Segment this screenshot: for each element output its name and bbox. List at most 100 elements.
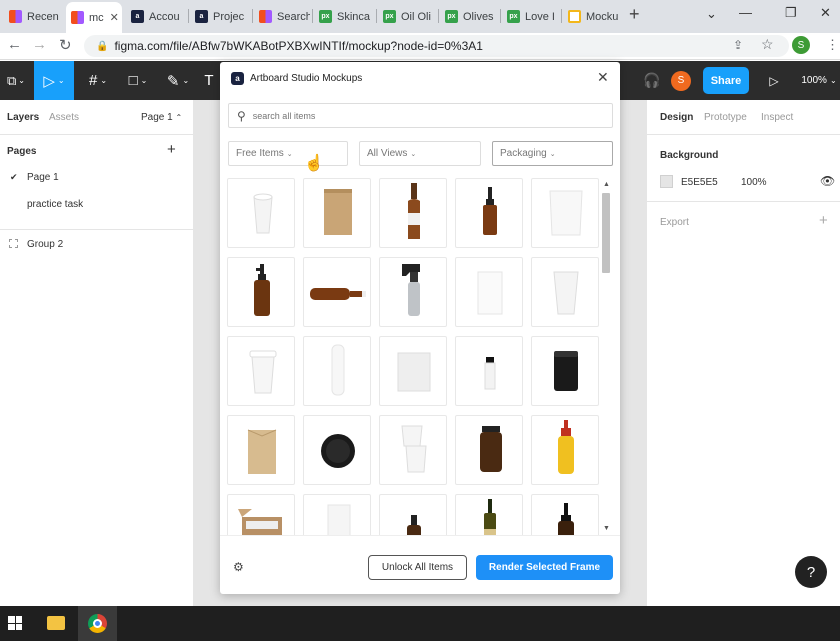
close-modal-icon[interactable]: ✕ (597, 69, 609, 86)
share-button[interactable]: Share (703, 67, 749, 94)
mockup-thumbnail-stacked-cups[interactable] (379, 415, 447, 485)
back-icon[interactable]: ← (7, 36, 22, 53)
mockup-thumbnail-paper-cup[interactable] (227, 178, 295, 248)
zoom-control[interactable]: 100% ⌄ (798, 61, 840, 100)
browser-tab[interactable]: px Oil Oli (378, 4, 436, 29)
figma-menu-icon[interactable]: ⧉ ⌄ (0, 61, 32, 100)
mockup-thumbnail-kraft-bag[interactable] (227, 415, 295, 485)
browser-tab-label: Projec (213, 10, 245, 23)
search-field[interactable]: ⚲ (228, 103, 613, 128)
scroll-down-icon[interactable]: ▼ (603, 525, 610, 532)
chrome-taskbar-item[interactable] (78, 606, 117, 641)
browser-tab[interactable]: Recen (4, 4, 60, 29)
file-explorer-icon[interactable] (47, 616, 65, 630)
mockup-thumbnail-tall-paper-cup[interactable] (531, 257, 599, 327)
free-items-dropdown[interactable]: Free Items ⌄ (228, 141, 348, 166)
shape-tool-icon[interactable]: □ ⌄ (118, 61, 158, 100)
mockup-thumbnail-dropper-bottle[interactable] (455, 178, 523, 248)
browser-tab[interactable]: Search (254, 4, 310, 29)
close-tab-icon[interactable]: ✕ (110, 11, 119, 24)
help-button[interactable]: ? (795, 556, 827, 588)
spray-bottle-icon (402, 264, 420, 316)
browser-tab[interactable]: mc ✕ (66, 2, 122, 33)
visibility-eye-icon[interactable]: 👁 (820, 174, 835, 188)
category-dropdown[interactable]: Packaging ⌄ (492, 141, 613, 166)
tab-inspect[interactable]: Inspect (761, 112, 793, 123)
new-tab-button[interactable]: + (629, 4, 640, 25)
tab-assets[interactable]: Assets (49, 112, 79, 123)
amber-bottle-short-icon (407, 515, 421, 536)
browser-tab[interactable]: Mocku (563, 4, 620, 29)
mockup-thumbnail-lying-bottle[interactable] (303, 257, 371, 327)
browser-tab[interactable]: a Projec (190, 4, 250, 29)
mockup-thumbnail-open-box[interactable] (227, 494, 295, 536)
page-item-1[interactable]: Page 1 (27, 172, 59, 183)
restore-icon[interactable]: ❐ (785, 5, 797, 21)
left-sidebar: Layers Assets Page 1 ⌃ Pages + ✔ Page 1 … (0, 100, 194, 606)
mockup-thumbnail-amber-beer-bottle[interactable] (379, 178, 447, 248)
present-play-icon[interactable]: ▷ (764, 61, 784, 100)
settings-sliders-icon[interactable]: ⚙ (233, 560, 244, 574)
background-hex[interactable]: E5E5E5 (681, 177, 718, 188)
frame-tool-icon[interactable]: # ⌄ (78, 61, 118, 100)
tab-prototype[interactable]: Prototype (704, 112, 747, 123)
windows-start-icon[interactable] (8, 616, 22, 630)
text-tool-icon[interactable]: T (198, 61, 220, 100)
layer-item-group[interactable]: Group 2 (27, 239, 63, 250)
mockup-thumbnail-small-vial[interactable] (455, 336, 523, 406)
profile-avatar[interactable]: S (792, 36, 810, 54)
lying-bottle-icon (310, 288, 366, 300)
mockup-thumbnail-white-tube[interactable] (303, 336, 371, 406)
kraft-pouch-icon (324, 189, 352, 235)
kraft-bag-icon (247, 429, 277, 474)
scroll-thumb[interactable] (602, 193, 610, 273)
mockup-thumbnail-white-sachet[interactable] (303, 494, 371, 536)
mockup-thumbnail-coffee-cup[interactable] (227, 336, 295, 406)
url-field[interactable]: 🔒 figma.com/file/ABfw7bWKABotPXBXwINTIf/… (84, 35, 789, 57)
page-selector[interactable]: Page 1 ⌃ (141, 112, 182, 123)
reload-icon[interactable]: ↻ (59, 36, 72, 54)
mockup-thumbnail-snack-bag[interactable] (379, 336, 447, 406)
render-selected-frame-button[interactable]: Render Selected Frame (476, 555, 613, 580)
user-avatar[interactable]: S (671, 70, 691, 91)
mockup-icon (568, 10, 581, 23)
mockup-thumbnail-amber-jar[interactable] (455, 415, 523, 485)
unlock-all-button[interactable]: Unlock All Items (368, 555, 467, 580)
bookmark-star-icon[interactable]: ☆ (761, 36, 774, 53)
mockup-thumbnail-amber-pump-bottle[interactable] (531, 494, 599, 536)
add-page-icon[interactable]: + (167, 141, 176, 158)
move-tool-icon[interactable]: ▷ ⌄ (34, 61, 74, 100)
mockup-thumbnail-kraft-pouch[interactable] (303, 178, 371, 248)
views-dropdown[interactable]: All Views ⌄ (359, 141, 481, 166)
audio-headphones-icon[interactable]: 🎧 (638, 61, 666, 100)
mockup-thumbnail-white-pouch[interactable] (531, 178, 599, 248)
mockup-thumbnail-white-box[interactable] (455, 257, 523, 327)
browser-menu-icon[interactable]: ⋮ (826, 37, 839, 53)
search-input[interactable] (252, 110, 583, 121)
close-window-icon[interactable]: ✕ (820, 5, 831, 21)
browser-tab[interactable]: px Love I (502, 4, 559, 29)
background-swatch[interactable] (660, 175, 673, 188)
browser-tab[interactable]: px Skinca (314, 4, 374, 29)
mockup-thumbnail-black-tin[interactable] (531, 336, 599, 406)
share-page-icon[interactable]: ⇪ (733, 38, 743, 52)
mockup-thumbnail-olive-oil-bottle[interactable] (455, 494, 523, 536)
tab-layers[interactable]: Layers (7, 112, 39, 123)
mockup-thumbnail-amber-bottle-short[interactable] (379, 494, 447, 536)
browser-tab[interactable]: a Accou (126, 4, 186, 29)
add-export-icon[interactable]: + (819, 212, 828, 229)
pen-tool-icon[interactable]: ✎ ⌄ (158, 61, 198, 100)
tab-design[interactable]: Design (660, 112, 693, 123)
minimize-icon[interactable]: — (739, 5, 752, 20)
tab-search-icon[interactable]: ⌄ (706, 6, 717, 22)
page-item-2[interactable]: practice task (27, 199, 83, 210)
mockup-thumbnail-spray-bottle[interactable] (379, 257, 447, 327)
mockup-thumbnail-mustard-bottle[interactable] (531, 415, 599, 485)
scroll-up-icon[interactable]: ▲ (603, 181, 610, 188)
background-opacity[interactable]: 100% (741, 177, 767, 188)
forward-icon[interactable]: → (32, 36, 47, 53)
grid-scrollbar[interactable]: ▲ ▼ (600, 179, 612, 535)
mockup-thumbnail-pump-bottle[interactable] (227, 257, 295, 327)
mockup-thumbnail-black-lid-jar[interactable] (303, 415, 371, 485)
browser-tab[interactable]: px Olives (440, 4, 498, 29)
